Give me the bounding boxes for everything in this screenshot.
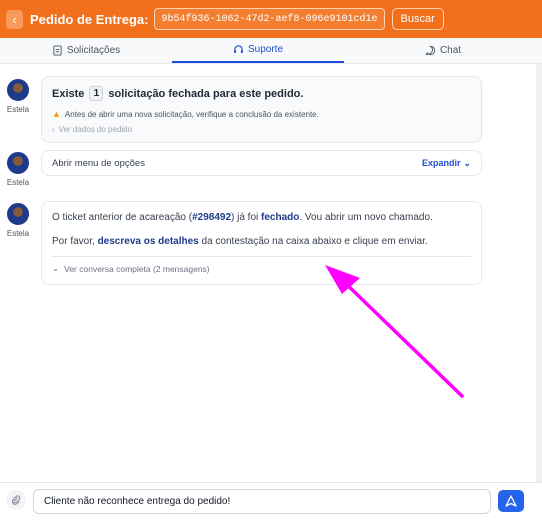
composer: Cliente não reconhece entrega do pedido!: [0, 482, 542, 523]
scrollbar[interactable]: [536, 64, 542, 482]
annotation-arrow: [325, 265, 464, 398]
send-icon: [505, 495, 517, 507]
message-input[interactable]: Cliente não reconhece entrega do pedido!: [33, 489, 491, 514]
paperclip-icon[interactable]: [6, 490, 26, 510]
send-button[interactable]: [498, 490, 524, 512]
